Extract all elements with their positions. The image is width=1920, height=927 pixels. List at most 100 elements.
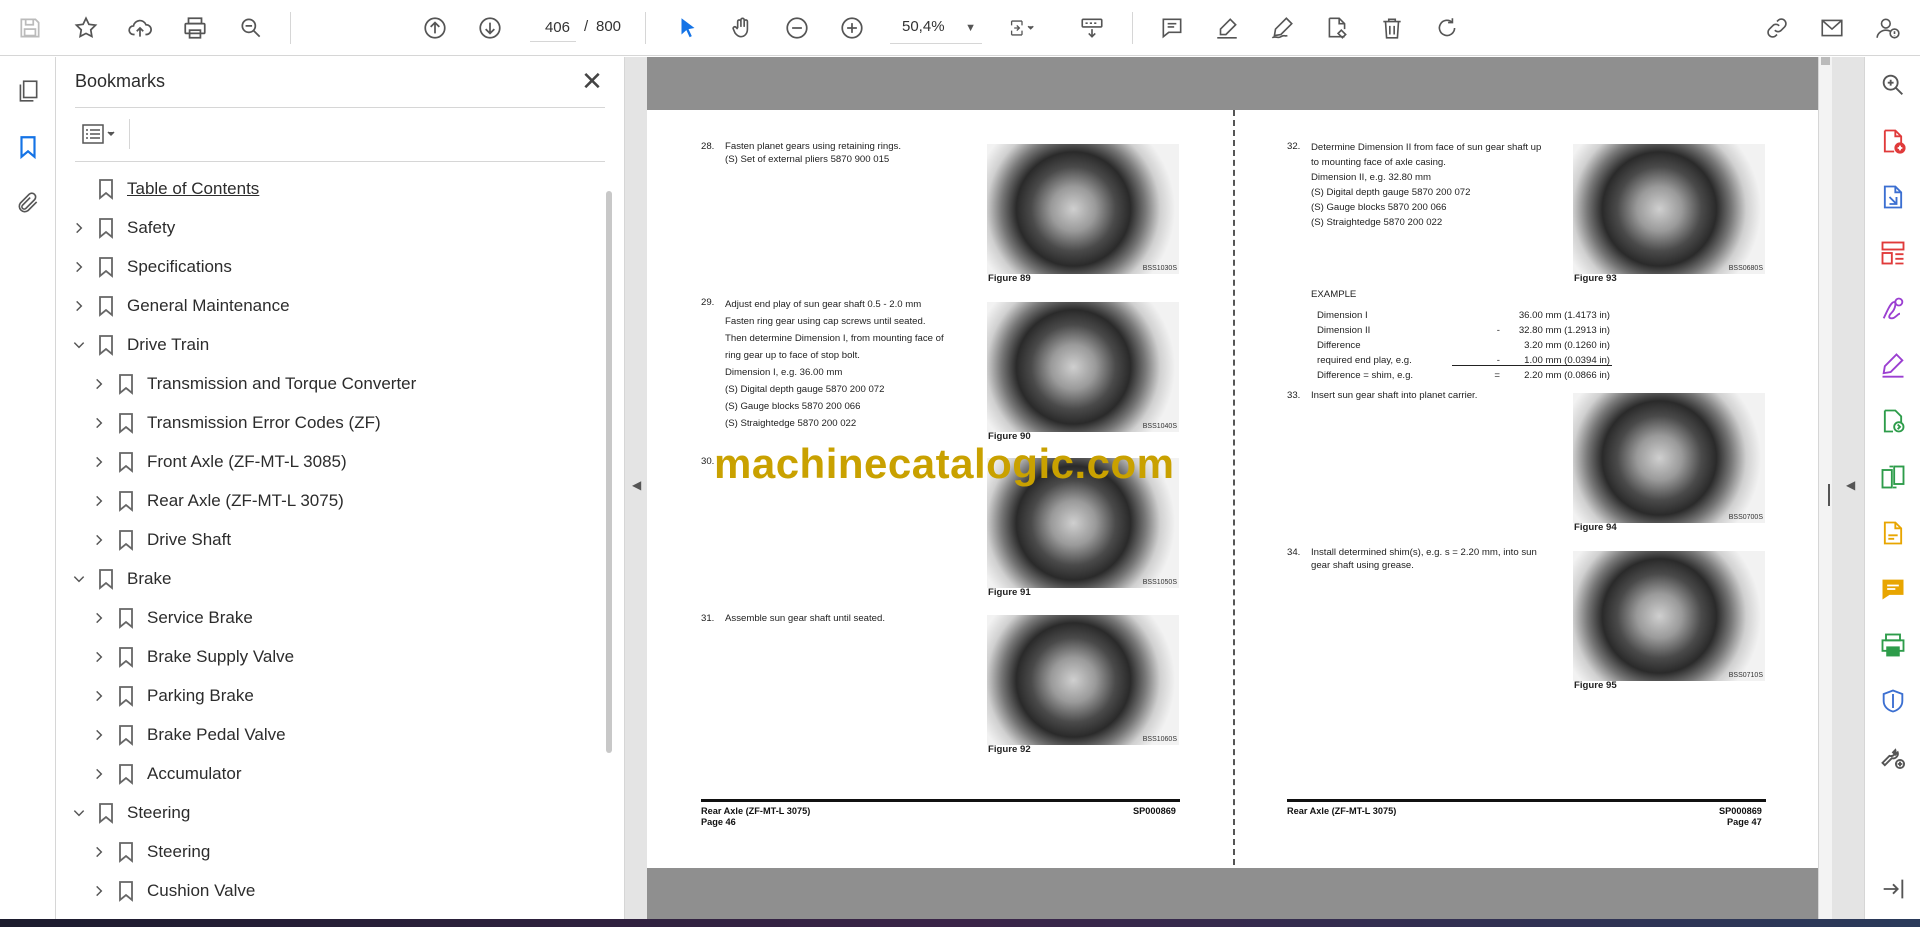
account-icon[interactable] xyxy=(1868,8,1908,48)
step-number: 29. xyxy=(701,297,715,308)
bookmark-options-menu[interactable] xyxy=(75,117,123,151)
select-cursor-icon[interactable] xyxy=(668,8,708,48)
chevron-right-icon[interactable] xyxy=(89,374,109,394)
chevron-down-icon[interactable] xyxy=(69,569,89,589)
bookmark-label: Brake xyxy=(127,568,172,588)
comment-icon[interactable] xyxy=(1152,8,1192,48)
rotate-icon[interactable] xyxy=(1427,8,1467,48)
bookmark-item[interactable]: Service Brake xyxy=(89,598,605,637)
bookmark-item[interactable]: Safety xyxy=(69,208,605,247)
chevron-right-icon[interactable] xyxy=(89,842,109,862)
bookmark-icon xyxy=(97,256,115,278)
chevron-right-icon[interactable] xyxy=(89,452,109,472)
export-pdf-icon[interactable] xyxy=(1877,181,1909,213)
figure-90-image: BSS1040S xyxy=(987,302,1179,432)
close-icon[interactable]: ✕ xyxy=(577,67,607,97)
watermark-text: machinecatalogic.com xyxy=(714,440,1175,487)
comment-tool-icon[interactable] xyxy=(1877,573,1909,605)
bookmark-item[interactable]: Rear Axle (ZF-MT-L 3075) xyxy=(89,481,605,520)
request-signatures-icon[interactable] xyxy=(1877,293,1909,325)
chevron-right-icon[interactable] xyxy=(69,257,89,277)
chevron-down-icon[interactable] xyxy=(69,335,89,355)
print-icon[interactable] xyxy=(175,8,215,48)
email-icon[interactable] xyxy=(1812,8,1852,48)
send-for-review-icon[interactable] xyxy=(1877,405,1909,437)
page-total: 800 xyxy=(596,18,622,35)
footer-page: Page 46 xyxy=(701,817,736,827)
collapse-left-panel-icon[interactable]: ◀ xyxy=(632,478,641,492)
bookmark-label: Cushion Valve xyxy=(147,880,256,900)
more-tools-icon[interactable] xyxy=(1877,741,1909,773)
next-page-icon[interactable] xyxy=(470,8,510,48)
bookmark-item[interactable]: Brake xyxy=(69,559,605,598)
draw-icon[interactable] xyxy=(1262,8,1302,48)
page-gap-bottom xyxy=(647,868,1819,919)
bookmark-item[interactable]: Specifications xyxy=(69,247,605,286)
hand-tool-icon[interactable] xyxy=(722,8,762,48)
example-value: 32.80 mm (1.2913 in) xyxy=(1518,325,1610,336)
bookmark-item[interactable]: Transmission Error Codes (ZF) xyxy=(89,403,605,442)
fit-page-icon[interactable] xyxy=(1002,8,1042,48)
previous-page-icon[interactable] xyxy=(415,8,455,48)
upload-icon[interactable] xyxy=(120,8,160,48)
bookmark-item[interactable]: Transmission and Torque Converter xyxy=(89,364,605,403)
bookmark-item[interactable]: Brake Pedal Valve xyxy=(89,715,605,754)
chevron-right-icon[interactable] xyxy=(89,881,109,901)
chevron-right-icon[interactable] xyxy=(89,608,109,628)
page-number-input[interactable] xyxy=(530,14,576,42)
bookmark-item[interactable]: Steering xyxy=(89,832,605,871)
right-panel-splitter[interactable] xyxy=(1828,484,1830,506)
chevron-right-icon[interactable] xyxy=(89,764,109,784)
save-icon[interactable] xyxy=(10,8,50,48)
chevron-right-icon[interactable] xyxy=(89,491,109,511)
bookmark-item[interactable]: Steering xyxy=(69,793,605,832)
chevron-right-icon[interactable] xyxy=(89,413,109,433)
page-thumbnails-icon[interactable] xyxy=(12,75,44,107)
chevron-right-icon[interactable] xyxy=(69,296,89,316)
scroll-mode-icon[interactable] xyxy=(1072,8,1112,48)
bookmark-label: Parking Brake xyxy=(147,685,254,705)
bookmarks-scrollbar[interactable] xyxy=(606,191,612,753)
chevron-right-icon[interactable] xyxy=(89,530,109,550)
bookmark-item[interactable]: Front Axle (ZF-MT-L 3085) xyxy=(89,442,605,481)
organize-pages-icon[interactable] xyxy=(1877,237,1909,269)
protect-shield-icon[interactable] xyxy=(1877,685,1909,717)
highlight-icon[interactable] xyxy=(1207,8,1247,48)
zoom-search-icon[interactable] xyxy=(231,8,271,48)
create-pdf-icon[interactable] xyxy=(1877,125,1909,157)
edit-pdf-icon[interactable] xyxy=(1877,517,1909,549)
chevron-right-icon[interactable] xyxy=(89,725,109,745)
bookmark-item[interactable]: Brake Supply Valve xyxy=(89,637,605,676)
delete-icon[interactable] xyxy=(1372,8,1412,48)
chevron-right-icon[interactable] xyxy=(69,218,89,238)
search-zoom-icon[interactable] xyxy=(1877,69,1909,101)
chevron-right-icon[interactable] xyxy=(89,647,109,667)
footer-code: SP000869 xyxy=(1133,806,1176,816)
chevron-down-icon[interactable] xyxy=(69,803,89,823)
collapse-tools-icon[interactable] xyxy=(1877,873,1909,905)
bookmark-item[interactable]: Accumulator xyxy=(89,754,605,793)
bookmark-item[interactable]: Parking Brake xyxy=(89,676,605,715)
zoom-out-icon[interactable] xyxy=(777,8,817,48)
bookmarks-icon[interactable] xyxy=(12,131,44,163)
bookmark-label: Specifications xyxy=(127,256,232,276)
attachments-icon[interactable] xyxy=(12,187,44,219)
zoom-in-icon[interactable] xyxy=(832,8,872,48)
zoom-level-select[interactable]: 50,4% ▼ xyxy=(890,12,982,44)
bookmark-item[interactable]: Drive Shaft xyxy=(89,520,605,559)
fill-and-sign-icon[interactable] xyxy=(1877,349,1909,381)
bookmark-item[interactable]: General Maintenance xyxy=(69,286,605,325)
bookmark-item[interactable]: Drive Train xyxy=(69,325,605,364)
expand-right-panel-icon[interactable]: ◀ xyxy=(1846,478,1855,492)
chevron-right-icon[interactable] xyxy=(89,686,109,706)
divider xyxy=(129,119,130,149)
step-number: 28. xyxy=(701,141,715,152)
compare-files-icon[interactable] xyxy=(1877,461,1909,493)
scroll-thumb[interactable] xyxy=(1821,57,1830,65)
fill-sign-icon[interactable] xyxy=(1317,8,1357,48)
star-icon[interactable] xyxy=(66,8,106,48)
print-production-icon[interactable] xyxy=(1877,629,1909,661)
bookmark-item[interactable]: Table of Contents xyxy=(69,169,605,208)
share-link-icon[interactable] xyxy=(1757,8,1797,48)
bookmark-item[interactable]: Cushion Valve xyxy=(89,871,605,910)
